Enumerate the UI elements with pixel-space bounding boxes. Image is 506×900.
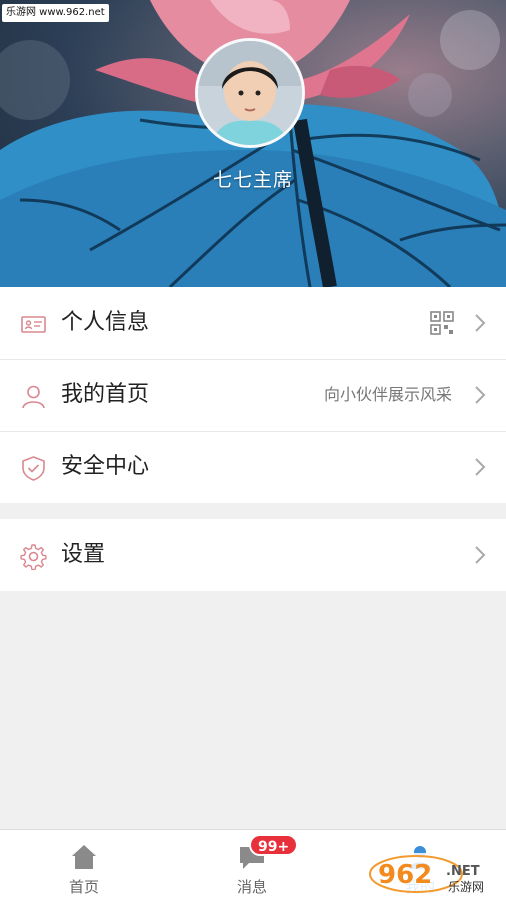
menu-item-personal-info[interactable]: 个人信息 (0, 287, 506, 359)
menu-item-my-homepage[interactable]: 我的首页 向小伙伴展示风采 (0, 359, 506, 431)
settings-menu: 设置 (0, 519, 506, 591)
menu-item-security-center[interactable]: 安全中心 (0, 431, 506, 503)
profile-header: 乐游网 www.962.net 七七主席 (0, 0, 506, 287)
chevron-right-icon (475, 458, 486, 476)
menu-item-label: 我的首页 (61, 382, 150, 407)
menu-item-label: 设置 (61, 542, 106, 567)
chevron-right-icon (475, 546, 486, 564)
gear-icon (20, 544, 47, 570)
menu-item-subtitle: 向小伙伴展示风采 (323, 385, 452, 404)
username[interactable]: 七七主席 (0, 165, 506, 192)
shield-icon (22, 456, 45, 481)
qr-code-icon[interactable] (430, 311, 454, 335)
chevron-right-icon (475, 314, 486, 332)
site-logo-962: 962 .NET 乐游网 (368, 853, 502, 896)
tab-home[interactable]: 首页 (0, 830, 168, 900)
tab-label: 首页 (68, 878, 99, 896)
profile-menu: 个人信息 我的首页 向小伙伴展示风采 安全中心 (0, 287, 506, 503)
avatar[interactable] (195, 38, 305, 148)
person-icon (22, 385, 45, 409)
menu-item-label: 个人信息 (61, 310, 150, 335)
id-card-icon (21, 316, 46, 333)
menu-item-label: 安全中心 (61, 454, 150, 479)
logo-brand-text: 962 (378, 860, 432, 890)
menu-item-settings[interactable]: 设置 (0, 519, 506, 591)
tab-label: 消息 (236, 878, 267, 896)
tab-messages[interactable]: 99+ 消息 (168, 830, 336, 900)
home-icon (72, 845, 96, 869)
logo-site-text: 乐游网 (448, 880, 484, 894)
child-photo-icon (198, 41, 302, 145)
unread-badge: 99+ (249, 834, 299, 856)
logo-suffix-text: .NET (446, 864, 480, 879)
watermark-label: 乐游网 www.962.net (2, 4, 109, 22)
chevron-right-icon (475, 386, 486, 404)
